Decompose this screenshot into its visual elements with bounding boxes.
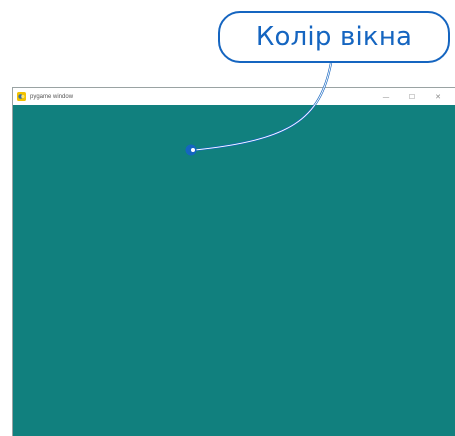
close-icon: ✕ (435, 92, 441, 101)
window-color-callout: Колір вікна (218, 11, 450, 63)
maximize-icon: ☐ (408, 92, 416, 101)
minimize-button[interactable]: — (373, 88, 399, 105)
close-button[interactable]: ✕ (425, 88, 451, 105)
window-canvas[interactable] (13, 105, 455, 436)
window-titlebar[interactable]: pygame window — ☐ ✕ (13, 88, 455, 105)
window-title: pygame window (30, 93, 74, 100)
pygame-window: pygame window — ☐ ✕ (12, 87, 455, 436)
pygame-snake-icon (17, 92, 26, 101)
callout-label: Колір вікна (255, 22, 413, 52)
minimize-icon: — (382, 92, 390, 101)
screenshot-stage: pygame window — ☐ ✕ Колір вікна (0, 0, 455, 436)
maximize-button[interactable]: ☐ (399, 88, 425, 105)
window-controls: — ☐ ✕ (373, 88, 451, 105)
